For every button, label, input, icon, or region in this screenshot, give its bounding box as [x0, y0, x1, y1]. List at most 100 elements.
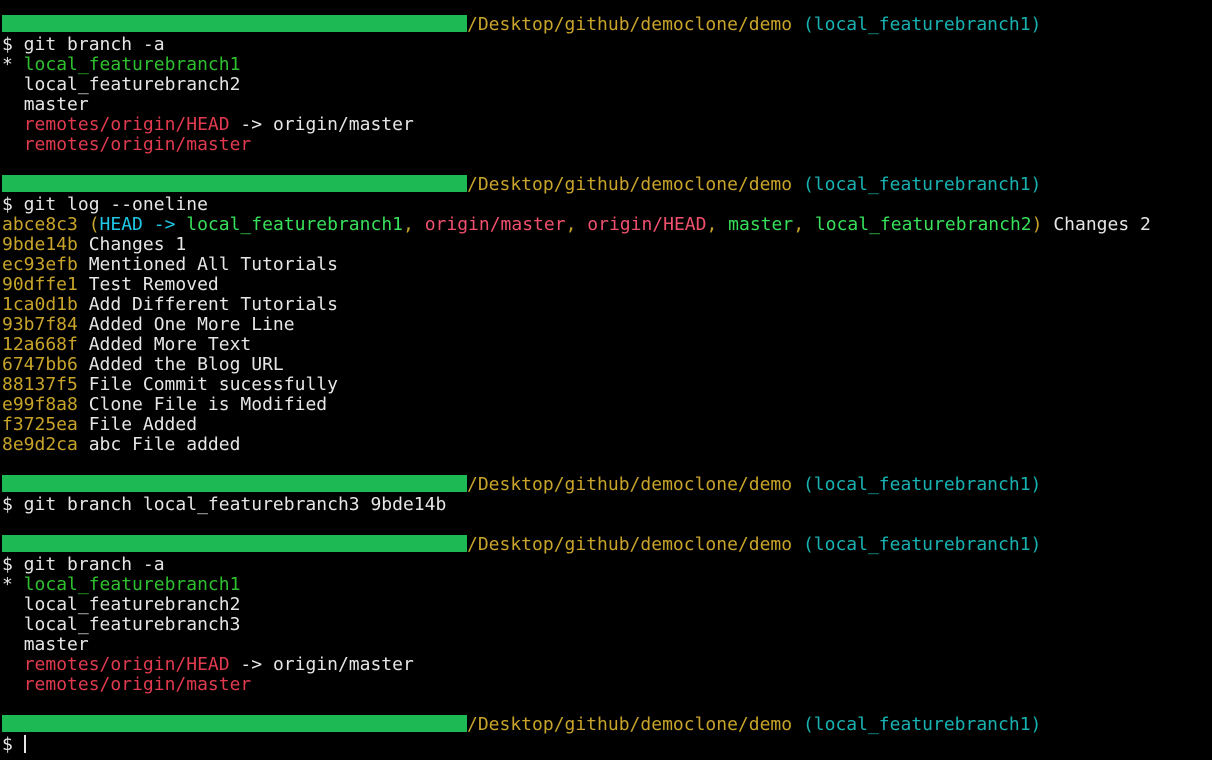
log-line: ec93efb Mentioned All Tutorials: [0, 255, 1212, 275]
commit-message: Changes 1: [88, 234, 187, 255]
redacted-user-host: [2, 15, 467, 32]
prompt-path: /Desktop/github/democlone/demo: [467, 14, 793, 35]
log-line: 6747bb6 Added the Blog URL: [0, 355, 1212, 375]
commit-hash: abce8c3: [2, 214, 78, 235]
redacted-user-host: [2, 535, 467, 552]
commit-hash: ec93efb: [2, 254, 78, 275]
log-line: 90dffe1 Test Removed: [0, 275, 1212, 295]
commit-hash: 1ca0d1b: [2, 294, 78, 315]
ref-label: origin/master: [424, 214, 566, 235]
branch-line: remotes/origin/master: [0, 135, 1212, 155]
prompt-branch: (local_featurebranch1): [802, 474, 1042, 495]
commit-hash: 8e9d2ca: [2, 434, 78, 455]
prompt-branch: (local_featurebranch1): [802, 534, 1042, 555]
log-line: abce8c3 (HEAD -> local_featurebranch1, o…: [0, 215, 1212, 235]
branch-line: remotes/origin/master: [0, 675, 1212, 695]
prompt-line: /Desktop/github/democlone/demo (local_fe…: [0, 535, 1212, 555]
ref-label: master: [728, 214, 794, 235]
branch-line: local_featurebranch2: [0, 595, 1212, 615]
prompt-branch: (local_featurebranch1): [802, 714, 1042, 735]
branch-line: * local_featurebranch1: [0, 575, 1212, 595]
log-line: 93b7f84 Added One More Line: [0, 315, 1212, 335]
branch-line: local_featurebranch2: [0, 75, 1212, 95]
branch-line: * local_featurebranch1: [0, 55, 1212, 75]
log-line: e99f8a8 Clone File is Modified: [0, 395, 1212, 415]
prompt-branch: (local_featurebranch1): [802, 174, 1042, 195]
commit-message: abc File added: [88, 434, 241, 455]
paren-close: ): [1031, 214, 1043, 235]
commit-message: Mentioned All Tutorials: [88, 254, 338, 275]
branch-target: -> origin/master: [229, 654, 414, 675]
branch-line: master: [0, 95, 1212, 115]
head-ref: HEAD ->: [99, 214, 187, 235]
paren-open: (: [88, 214, 100, 235]
text-cursor: [23, 735, 26, 753]
branch-name: local_featurebranch2: [23, 74, 241, 95]
commit-hash: 6747bb6: [2, 354, 78, 375]
input-line[interactable]: $: [0, 735, 1212, 755]
branch-name: remotes/origin/master: [23, 674, 252, 695]
branch-name: local_featurebranch1: [23, 574, 241, 595]
ref-separator: ,: [403, 214, 425, 235]
commit-message: Added the Blog URL: [88, 354, 284, 375]
command-line: $ git branch -a: [2, 554, 165, 575]
log-line: 8e9d2ca abc File added: [0, 435, 1212, 455]
ref-separator: ,: [565, 214, 588, 235]
commit-hash: 90dffe1: [2, 274, 78, 295]
redacted-user-host: [2, 715, 467, 732]
commit-message: File Added: [88, 414, 198, 435]
commit-hash: e99f8a8: [2, 394, 78, 415]
command-line: $ git log --oneline: [2, 194, 208, 215]
branch-name: local_featurebranch3: [23, 614, 241, 635]
redacted-user-host: [2, 475, 467, 492]
log-line: f3725ea File Added: [0, 415, 1212, 435]
commit-message: Added One More Line: [88, 314, 295, 335]
prompt-path: /Desktop/github/democlone/demo: [467, 474, 793, 495]
redacted-user-host: [2, 175, 467, 192]
command-line: $ git branch local_featurebranch3 9bde14…: [2, 494, 447, 515]
prompt-symbol: $: [2, 734, 24, 755]
command-line: $ git branch -a: [2, 34, 165, 55]
branch-name: remotes/origin/HEAD: [23, 654, 230, 675]
commit-message: Test Removed: [88, 274, 219, 295]
prompt-line: /Desktop/github/democlone/demo (local_fe…: [0, 15, 1212, 35]
commit-message: Clone File is Modified: [88, 394, 328, 415]
terminal-window[interactable]: /Desktop/github/democlone/demo (local_fe…: [0, 0, 1212, 760]
prompt-line: /Desktop/github/democlone/demo (local_fe…: [0, 475, 1212, 495]
branch-name: master: [23, 94, 89, 115]
commit-hash: f3725ea: [2, 414, 78, 435]
log-line: 88137f5 File Commit sucessfully: [0, 375, 1212, 395]
current-branch-marker: *: [2, 574, 24, 595]
branch-line: master: [0, 635, 1212, 655]
commit-hash: 88137f5: [2, 374, 78, 395]
prompt-branch: (local_featurebranch1): [802, 14, 1042, 35]
branch-target: -> origin/master: [229, 114, 414, 135]
commit-hash: 93b7f84: [2, 314, 78, 335]
commit-message: Changes 2: [1042, 214, 1151, 235]
commit-message: Added More Text: [88, 334, 252, 355]
branch-name: local_featurebranch1: [23, 54, 241, 75]
prompt-path: /Desktop/github/democlone/demo: [467, 174, 793, 195]
ref-label: origin/HEAD: [587, 214, 707, 235]
branch-name: remotes/origin/HEAD: [23, 114, 230, 135]
commit-hash: 12a668f: [2, 334, 78, 355]
log-line: 1ca0d1b Add Different Tutorials: [0, 295, 1212, 315]
commit-hash: 9bde14b: [2, 234, 78, 255]
commit-message: Add Different Tutorials: [88, 294, 338, 315]
prompt-path: /Desktop/github/democlone/demo: [467, 714, 793, 735]
ref-separator: ,: [706, 214, 729, 235]
branch-line: remotes/origin/HEAD -> origin/master: [0, 655, 1212, 675]
branch-name: local_featurebranch2: [23, 594, 241, 615]
prompt-line: /Desktop/github/democlone/demo (local_fe…: [0, 175, 1212, 195]
